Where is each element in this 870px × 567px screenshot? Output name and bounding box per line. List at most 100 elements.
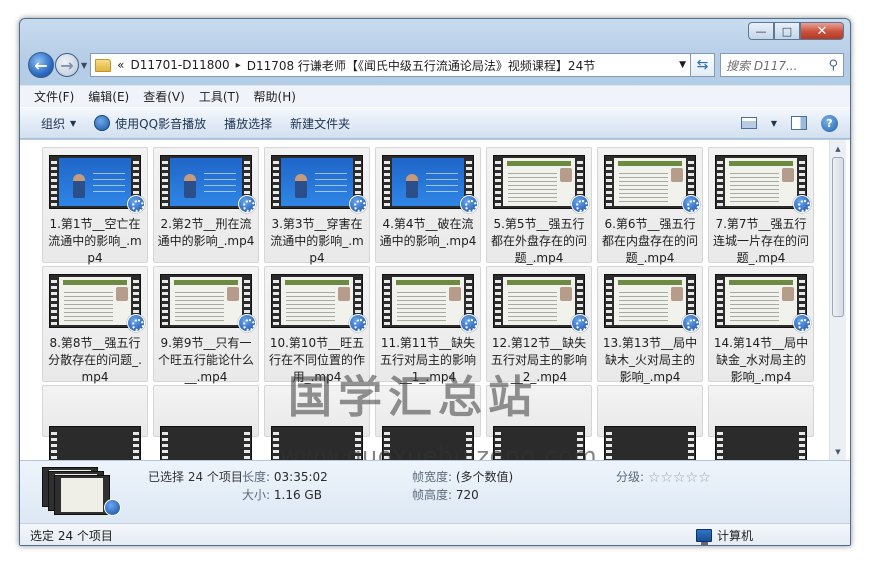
status-selection-text: 选定 24 个项目 <box>30 529 113 543</box>
preview-pane-icon[interactable] <box>791 116 807 130</box>
frame-width-label: 帧宽度: <box>412 470 453 484</box>
forward-button[interactable]: → <box>55 53 79 77</box>
video-thumbnail <box>715 426 807 460</box>
address-overflow[interactable]: « <box>117 58 124 72</box>
file-name: 6.第6节__强五行都在内盘存在的问题_.mp4 <box>601 217 698 265</box>
status-location-label: 计算机 <box>717 529 754 543</box>
rating-stars[interactable]: ☆☆☆☆☆ <box>648 468 711 488</box>
qq-player-icon <box>127 195 145 213</box>
address-dropdown-icon[interactable]: ▼ <box>679 60 686 70</box>
change-view-icon[interactable] <box>740 117 757 129</box>
qq-player-icon <box>682 195 700 213</box>
file-name: 1.第1节__空亡在流通中的影响_.mp4 <box>48 217 142 265</box>
frame-width-value: (多个数值) <box>455 470 514 484</box>
qq-player-icon <box>238 314 256 332</box>
search-input[interactable]: 搜索 D117... ⚲ <box>720 53 844 77</box>
menu-view[interactable]: 查看(V) <box>143 88 185 105</box>
file-tile[interactable]: 8.第8节__强五行分散存在的问题_.mp4 <box>42 266 148 384</box>
qq-player-icon <box>793 195 811 213</box>
close-button[interactable]: ✕ <box>800 22 844 40</box>
file-name: 8.第8节__强五行分散存在的问题_.mp4 <box>48 336 142 384</box>
play-selection-button[interactable]: 播放选择 <box>215 111 281 135</box>
frame-height-field: 帧高度: 720 <box>412 485 479 505</box>
qq-player-icon <box>127 314 145 332</box>
file-tile[interactable]: 5.第5节__强五行都在外盘存在的问题_.mp4 <box>486 147 592 265</box>
view-options-dropdown[interactable]: ▼ <box>771 119 777 128</box>
file-tile[interactable]: 13.第13节__局中缺木_火对局主的影响_.mp4 <box>597 266 703 384</box>
menu-bar: 文件(F) 编辑(E) 查看(V) 工具(T) 帮助(H) <box>20 85 850 107</box>
help-icon[interactable]: ? <box>821 114 838 132</box>
file-tile[interactable] <box>597 385 703 460</box>
file-name: 2.第2节__刑在流通中的影响_.mp4 <box>157 217 255 248</box>
search-placeholder: 搜索 D117... <box>726 58 798 73</box>
file-tile[interactable]: 7.第7节__强五行连城一片存在的问题_.mp4 <box>708 147 814 265</box>
frame-height-value: 720 <box>455 488 479 502</box>
video-thumbnail <box>160 426 252 460</box>
navigation-bar: ← → ▼ « D11701-D11800 ▸ D11708 行谦老师【《闻氏中… <box>28 49 844 81</box>
qq-player-icon <box>349 314 367 332</box>
file-list-area[interactable]: 1.第1节__空亡在流通中的影响_.mp4 2.第2节__刑在流通中的影响_.mp… <box>20 140 850 460</box>
caption-buttons: — □ ✕ <box>748 22 844 40</box>
file-tile[interactable]: 3.第3节__穿害在流通中的影响_.mp4 <box>264 147 370 265</box>
qq-player-icon <box>682 314 700 332</box>
video-thumbnail <box>49 426 141 460</box>
refresh-icon: ⇆ <box>696 57 709 73</box>
size-field: 大小: 1.16 GB <box>242 485 322 505</box>
qq-player-icon <box>793 314 811 332</box>
breadcrumb-segment[interactable]: D11708 行谦老师【《闻氏中级五行流通论局法》视频课程】24节 <box>247 57 596 74</box>
size-value: 1.16 GB <box>273 488 322 502</box>
play-with-qq-button[interactable]: 使用QQ影音播放 <box>85 111 215 135</box>
file-tile[interactable] <box>708 385 814 460</box>
vertical-scrollbar[interactable]: ▲ ▼ <box>829 140 846 460</box>
watermark-url: www.guoxuehuizong.com <box>280 442 598 460</box>
video-thumbnail <box>604 426 696 460</box>
file-tile[interactable]: 4.第4节__破在流通中的影响_.mp4 <box>375 147 481 263</box>
menu-help[interactable]: 帮助(H) <box>254 88 296 105</box>
breadcrumb-separator[interactable]: ▸ <box>236 60 241 71</box>
recent-pages-dropdown[interactable]: ▼ <box>81 61 87 70</box>
qq-player-icon <box>238 195 256 213</box>
refresh-button[interactable]: ⇆ <box>691 53 715 77</box>
computer-icon <box>696 529 712 545</box>
file-name: 4.第4节__破在流通中的影响_.mp4 <box>379 217 477 248</box>
menu-file[interactable]: 文件(F) <box>34 88 74 105</box>
details-pane: 已选择 24 个项目 长度: 03:35:02 大小: 1.16 GB 帧宽度:… <box>20 460 850 523</box>
length-value: 03:35:02 <box>273 470 328 484</box>
file-name: 5.第5节__强五行都在外盘存在的问题_.mp4 <box>490 217 587 265</box>
breadcrumb-segment[interactable]: D11701-D11800 <box>131 58 230 72</box>
file-name: 9.第9节__只有一个旺五行能论什么__.mp4 <box>157 336 254 384</box>
play-selection-label: 播放选择 <box>224 116 273 131</box>
file-name: 7.第7节__强五行连城一片存在的问题_.mp4 <box>712 217 809 265</box>
new-folder-button[interactable]: 新建文件夹 <box>281 111 359 135</box>
qq-player-icon <box>571 195 589 213</box>
file-tile[interactable] <box>153 385 259 460</box>
scroll-down-icon[interactable]: ▼ <box>830 443 846 460</box>
maximize-button[interactable]: □ <box>774 22 800 40</box>
scroll-up-icon[interactable]: ▲ <box>830 140 846 157</box>
file-tile[interactable]: 2.第2节__刑在流通中的影响_.mp4 <box>153 147 259 263</box>
file-tile[interactable] <box>42 385 148 460</box>
size-label: 大小: <box>242 488 271 502</box>
watermark-title: 国学汇总站 <box>288 372 538 423</box>
back-button[interactable]: ← <box>28 52 54 78</box>
scrollbar-thumb[interactable] <box>832 157 844 317</box>
frame-width-field: 帧宽度: (多个数值) <box>412 467 513 487</box>
menu-edit[interactable]: 编辑(E) <box>88 88 129 105</box>
back-arrow-icon: ← <box>34 55 48 75</box>
address-bar[interactable]: « D11701-D11800 ▸ D11708 行谦老师【《闻氏中级五行流通论… <box>90 53 691 77</box>
video-file-icon <box>104 499 121 516</box>
minimize-button[interactable]: — <box>748 22 774 40</box>
folder-icon <box>95 58 112 72</box>
rating-field: 分级: ☆☆☆☆☆ <box>616 467 711 488</box>
file-tile[interactable]: 9.第9节__只有一个旺五行能论什么__.mp4 <box>153 266 259 384</box>
file-tile[interactable]: 1.第1节__空亡在流通中的影响_.mp4 <box>42 147 148 265</box>
menu-tools[interactable]: 工具(T) <box>199 88 240 105</box>
file-tile[interactable]: 6.第6节__强五行都在内盘存在的问题_.mp4 <box>597 147 703 265</box>
qq-player-icon <box>460 314 478 332</box>
file-name: 13.第13节__局中缺木_火对局主的影响_.mp4 <box>602 336 698 384</box>
organize-button[interactable]: 组织 ▼ <box>32 111 85 135</box>
rating-label: 分级: <box>616 470 645 484</box>
search-icon[interactable]: ⚲ <box>828 58 838 73</box>
qq-player-icon <box>460 195 478 213</box>
file-tile[interactable]: 14.第14节__局中缺金_水对局主的影响_.mp4 <box>708 266 814 384</box>
